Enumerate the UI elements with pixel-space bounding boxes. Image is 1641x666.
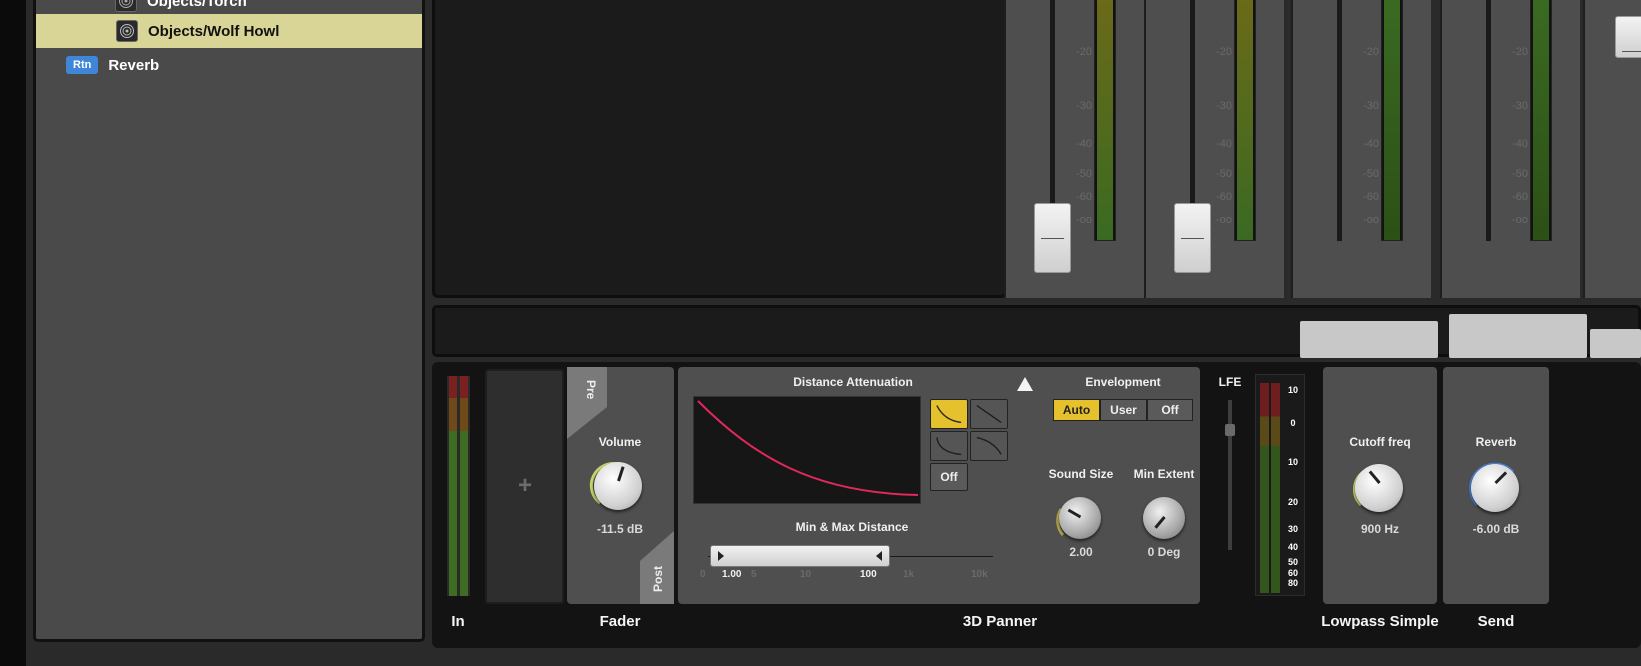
browser-item-label: Reverb — [108, 56, 160, 74]
fader-track — [1486, 0, 1491, 241]
curve-inverse-button[interactable] — [930, 399, 968, 429]
cutoff-freq-label: Cutoff freq — [1349, 435, 1411, 449]
envelopment-auto-button[interactable]: Auto — [1053, 399, 1100, 421]
sound-size-value: 2.00 — [1069, 545, 1093, 559]
min-extent-value: 0 Deg — [1147, 545, 1181, 559]
left-edge — [0, 0, 26, 666]
meter-scale: -20 -30 -40 -50 -60 -oo — [1504, 46, 1530, 226]
post-label: Post — [651, 565, 665, 592]
envelopment-label: Envelopment — [1085, 375, 1161, 389]
send-level-value: -6.00 dB — [1472, 522, 1520, 536]
tab-bar-button[interactable] — [1449, 314, 1587, 358]
level-meter — [1234, 0, 1256, 241]
mixer-strip: -20 -30 -40 -50 -60 -oo — [1004, 0, 1144, 298]
browser-item-label: Objects/Wolf Howl — [148, 22, 280, 40]
volume-knob[interactable] — [588, 456, 648, 516]
level-meter — [1530, 0, 1552, 241]
cutoff-freq-knob[interactable] — [1349, 458, 1409, 518]
sound-size-knob[interactable] — [1053, 491, 1107, 545]
level-meter — [1381, 0, 1403, 241]
fader-title: Fader — [599, 613, 641, 630]
mixer-strip: -20 -30 -40 -50 -60 -oo — [1144, 0, 1284, 298]
level-meter — [1094, 0, 1116, 241]
volume-fader-handle[interactable] — [1034, 203, 1071, 273]
pre-label: Pre — [584, 380, 598, 400]
sound-size-label: Sound Size — [1048, 467, 1114, 481]
distance-attenuation-label: Distance Attenuation — [793, 375, 913, 389]
send-title: Send — [1477, 613, 1515, 630]
browser-item-wolf-howl[interactable]: Objects/Wolf Howl — [36, 14, 422, 48]
tab-bar-button[interactable] — [1590, 329, 1641, 358]
distance-ruler: 0 1.00 5 10 100 1k 10k — [700, 569, 988, 580]
expand-up-arrow-icon[interactable] — [1017, 377, 1033, 391]
max-distance-handle-icon — [876, 551, 882, 561]
lfe-label: LFE — [1218, 375, 1242, 389]
min-distance-handle-icon — [718, 551, 724, 561]
panner-title: 3D Panner — [962, 613, 1038, 630]
send-level-knob[interactable] — [1465, 458, 1525, 518]
in-title: In — [451, 613, 465, 630]
volume-label: Volume — [598, 435, 642, 449]
return-badge: Rtn — [66, 56, 99, 74]
mixer-strip — [1583, 0, 1641, 298]
fader-track — [1337, 0, 1342, 241]
mixer-overview-area — [432, 0, 1007, 298]
meter-scale: -20 -30 -40 -50 -60 -oo — [1355, 46, 1381, 226]
mixer-strip: -20 -30 -40 -50 -60 -oo — [1291, 0, 1431, 298]
mixer-strip: -20 -30 -40 -50 -60 -oo — [1440, 0, 1580, 298]
input-meter — [447, 376, 470, 596]
event-browser-panel — [33, 0, 425, 642]
volume-fader-handle[interactable] — [1174, 203, 1211, 273]
cutoff-freq-value: 900 Hz — [1360, 522, 1400, 536]
add-effect-plus-icon[interactable]: + — [512, 472, 538, 500]
lowpass-title: Lowpass Simple — [1321, 613, 1439, 630]
browser-item-label: Objects/Torch — [147, 0, 247, 10]
attenuation-graph — [693, 396, 921, 504]
output-meter: 10 0 10 20 30 40 50 60 80 — [1255, 374, 1305, 596]
envelopment-user-button[interactable]: User — [1100, 399, 1147, 421]
lfe-slider-handle[interactable] — [1225, 424, 1235, 436]
send-reverb-label: Reverb — [1475, 435, 1517, 449]
browser-item-reverb-return[interactable]: Rtn Reverb — [36, 48, 422, 82]
curve-linear-button[interactable] — [970, 399, 1008, 429]
min-max-distance-label: Min & Max Distance — [795, 520, 909, 534]
envelopment-off-button[interactable]: Off — [1147, 399, 1193, 421]
min-extent-label: Min Extent — [1133, 467, 1195, 481]
distance-range-slider[interactable] — [710, 545, 890, 567]
lfe-slider-track — [1228, 400, 1232, 550]
volume-value: -11.5 dB — [596, 522, 644, 536]
curve-linear-squared-button[interactable] — [930, 431, 968, 461]
min-extent-knob[interactable] — [1137, 491, 1191, 545]
curve-off-button[interactable]: Off — [930, 463, 968, 491]
event-icon — [115, 0, 137, 12]
pre-tab[interactable] — [567, 367, 607, 439]
volume-fader-handle[interactable] — [1615, 16, 1641, 58]
curve-inverse-tapered-button[interactable] — [970, 431, 1008, 461]
event-icon — [116, 20, 138, 42]
tab-bar-button[interactable] — [1300, 321, 1438, 358]
